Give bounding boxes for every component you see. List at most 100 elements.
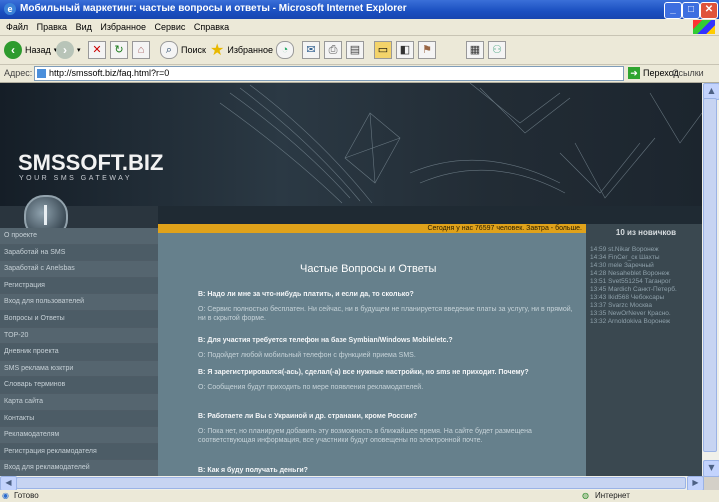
links-label[interactable]: Ссылки [672,68,704,78]
news-item[interactable]: 13:37 Svarzc Москва [590,302,652,309]
menu-file[interactable]: Файл [6,22,28,32]
edit-icon: ▤ [346,41,364,59]
menu-favorites[interactable]: Избранное [100,22,146,32]
nav-item-earn-partner[interactable]: Заработай с Anelsbas [0,261,158,278]
news-item[interactable]: 13:45 Mardich Санкт-Петерб. [590,286,677,293]
back-arrow-icon: ‹ [4,41,22,59]
news-title: 10 из новичков [615,228,677,237]
search-label: Поиск [181,45,206,55]
news-item[interactable]: 13:43 Ikid568 Чебоксары [590,294,664,301]
address-input[interactable]: http://smssoft.biz/faq.html?r=0 [34,66,624,81]
news-item[interactable]: 13:35 NewOrNever Красно. [590,310,671,317]
history-button[interactable]: ◔ [276,40,294,60]
nav-item-register[interactable]: Регистрация [0,277,158,295]
site-tagline: YOUR SMS GATEWAY [19,175,132,182]
messenger-icon: ◧ [396,41,414,59]
nav-item-about[interactable]: О проекте [0,228,158,245]
menu-bar: Файл Правка Вид Избранное Сервис Справка [0,19,719,36]
news-item[interactable]: 14:28 Nesaheblet Воронеж [590,270,669,277]
faq-question: В: Как я буду получать деньги? [198,467,308,474]
nav-item-top20[interactable]: TOP-20 [0,327,158,345]
tool-icon: ▦ [466,41,484,59]
users-icon: ⚇ [488,41,506,59]
forward-button[interactable]: › ▾ [56,40,81,60]
maximize-button[interactable]: □ [682,2,700,19]
favorites-label: Избранное [227,45,273,55]
news-item[interactable]: 13:32 Arnoldokiva Воронеж [590,318,670,325]
faq-item: В: Как я буду получать деньги? [198,466,578,475]
page-icon [37,69,46,78]
window-titlebar[interactable]: e Мобильный маркетинг: частые вопросы и … [0,0,719,19]
stop-icon: ✕ [88,41,106,59]
faq-answer: О: Сервис полностью бесплатен. Ни сейчас… [198,306,573,322]
folder-icon: ▭ [374,41,392,59]
ie-icon: e [4,3,16,15]
folder-button[interactable]: ▭ [374,40,392,60]
address-value: http://smssoft.biz/faq.html?r=0 [49,68,170,78]
search-button[interactable]: ⌕ Поиск [160,40,206,60]
tool-button-1[interactable]: ▦ [466,40,484,60]
menu-tools[interactable]: Сервис [155,22,186,32]
nav-item-contacts[interactable]: Контакты [0,410,158,428]
print-button[interactable]: ⎙ [324,40,342,60]
nav-item-login[interactable]: Вход для пользователей [0,294,158,311]
faq-question: В: Для участия требуется телефон на базе… [198,337,453,344]
mail-button[interactable]: ✉ [302,40,320,60]
forward-arrow-icon: › [56,41,74,59]
stats-strip: Сегодня у нас 76597 человек. Завтра - бо… [158,224,586,233]
scroll-down-icon[interactable]: ▼ [703,460,719,477]
home-button[interactable]: ⌂ [132,40,150,60]
banner-wireframe-graphic [219,83,702,204]
nav-item-earn-sms[interactable]: Заработай на SMS [0,244,158,262]
faq-answer: О: Подойдет любой мобильный телефон с фу… [198,352,416,359]
minimize-button[interactable]: _ [664,2,682,19]
nav-item-advertiser-login[interactable]: Вход для рекламодателей [0,460,158,477]
faq-item: В: Для участия требуется телефон на базе… [198,336,578,360]
nav-item-glossary[interactable]: Словарь терминов [0,377,158,394]
nav-item-advertisers[interactable]: Рекламодателям [0,427,158,444]
site-logo[interactable]: SMSSOFT.BIZ [18,150,163,176]
horizontal-scroll-thumb[interactable] [16,477,686,489]
print-icon: ⎙ [324,41,342,59]
nav-item-faq[interactable]: Вопросы и Ответы [0,310,158,328]
history-icon: ◔ [276,41,294,59]
nav-item-advertiser-register[interactable]: Регистрация рекламодателя [0,443,158,461]
nav-item-sms-ads[interactable]: SMS реклама юзктри [0,360,158,378]
status-text: Готово [14,491,39,500]
search-icon: ⌕ [160,41,178,59]
faq-question: В: Надо ли мне за что-нибудь платить, и … [198,291,414,298]
nav-item-diary[interactable]: Дневник проекта [0,344,158,361]
page-status-icon: ◉ [2,491,9,500]
close-button[interactable]: ✕ [700,2,718,19]
menu-help[interactable]: Справка [194,22,229,32]
edit-button[interactable]: ▤ [346,40,364,60]
sidebar-nav: О проекте Заработай на SMS Заработай с A… [0,228,158,477]
mail-icon: ✉ [302,41,320,59]
favorites-button[interactable]: ★ Избранное [210,40,273,60]
messenger-button[interactable]: ◧ [396,40,414,60]
research-button[interactable]: ⚑ [418,40,436,60]
faq-answer: О: Сообщения будут приходить по мере поя… [198,384,424,391]
home-icon: ⌂ [132,41,150,59]
page-title: Частые Вопросы и Ответы [300,263,437,275]
faq-item: В: Работаете ли Вы с Украиной и др. стра… [198,412,578,445]
faq-item: В: Я зарегистрировался(-ась), сделал(-а)… [198,368,578,392]
faq-question: В: Работаете ли Вы с Украиной и др. стра… [198,413,418,420]
back-button[interactable]: ‹ Назад ▾ [4,40,57,60]
menu-edit[interactable]: Правка [37,22,67,32]
news-item[interactable]: 13:51 Svet551254 Таганрог [590,278,671,285]
refresh-button[interactable]: ↻ [110,40,128,60]
tool-button-2[interactable]: ⚇ [488,40,506,60]
menu-view[interactable]: Вид [76,22,92,32]
nav-item-sitemap[interactable]: Карта сайта [0,393,158,411]
news-item[interactable]: 14:30 mele Заречный [590,262,654,269]
status-bar: ◉ Готово ◍ Интернет [0,490,719,502]
go-arrow-icon: ➜ [628,67,640,79]
scroll-right-icon[interactable]: ▶ [687,476,704,491]
internet-zone-icon: ◍ [582,491,589,500]
stop-button[interactable]: ✕ [88,40,106,60]
vertical-scroll-thumb[interactable] [703,98,717,452]
news-item[interactable]: 14:59 st.Nikar Воронеж [590,246,659,253]
news-item[interactable]: 14:34 FinCer_ск Шахты [590,254,660,261]
scroll-left-icon[interactable]: ◀ [0,476,17,491]
